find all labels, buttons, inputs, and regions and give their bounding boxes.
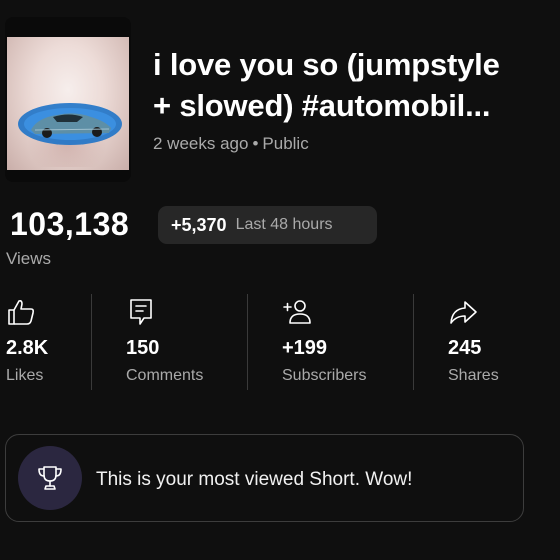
add-person-icon	[283, 300, 311, 324]
meta-separator: •	[252, 134, 259, 153]
video-title[interactable]: i love you so (jumpstyle + slowed) #auto…	[153, 44, 553, 126]
thumbs-up-icon	[8, 300, 35, 325]
trophy-badge	[18, 446, 82, 510]
thumbnail-image	[7, 37, 129, 170]
views-period: Last 48 hours	[235, 216, 333, 233]
share-icon	[450, 301, 477, 324]
likes-value: 2.8K	[6, 337, 49, 359]
views-label: Views	[6, 249, 52, 268]
video-thumbnail[interactable]	[5, 17, 131, 182]
comments-value: 150	[126, 337, 160, 359]
comment-icon	[130, 299, 152, 325]
trophy-icon	[38, 466, 62, 490]
stat-comments[interactable]: 150 Comments	[126, 297, 266, 389]
stat-subscribers[interactable]: +199 Subscribers	[282, 297, 422, 389]
shares-value: 245	[448, 337, 482, 359]
views-count: 103,138	[10, 206, 130, 242]
subscribers-label: Subscribers	[282, 367, 367, 384]
views-delta: +5,370	[171, 214, 227, 235]
video-title-line2: + slowed) #automobil...	[153, 88, 491, 123]
milestone-message: This is your most viewed Short. Wow!	[96, 469, 413, 490]
video-age: 2 weeks ago	[153, 134, 249, 153]
comments-label: Comments	[126, 367, 204, 384]
likes-label: Likes	[6, 367, 44, 384]
subscribers-value: +199	[282, 337, 328, 359]
stat-divider	[91, 294, 92, 390]
views-delta-pill: +5,370 Last 48 hours	[158, 206, 377, 244]
stat-divider	[247, 294, 248, 390]
stat-divider	[413, 294, 414, 390]
shares-label: Shares	[448, 367, 499, 384]
car-graphic	[18, 103, 122, 145]
milestone-banner: This is your most viewed Short. Wow!	[5, 434, 524, 522]
video-visibility: Public	[262, 134, 309, 153]
stat-likes[interactable]: 2.8K Likes	[6, 297, 146, 389]
video-title-line1: i love you so (jumpstyle	[153, 47, 500, 82]
stat-shares[interactable]: 245 Shares	[448, 297, 560, 389]
video-meta: 2 weeks ago • Public	[153, 134, 309, 154]
